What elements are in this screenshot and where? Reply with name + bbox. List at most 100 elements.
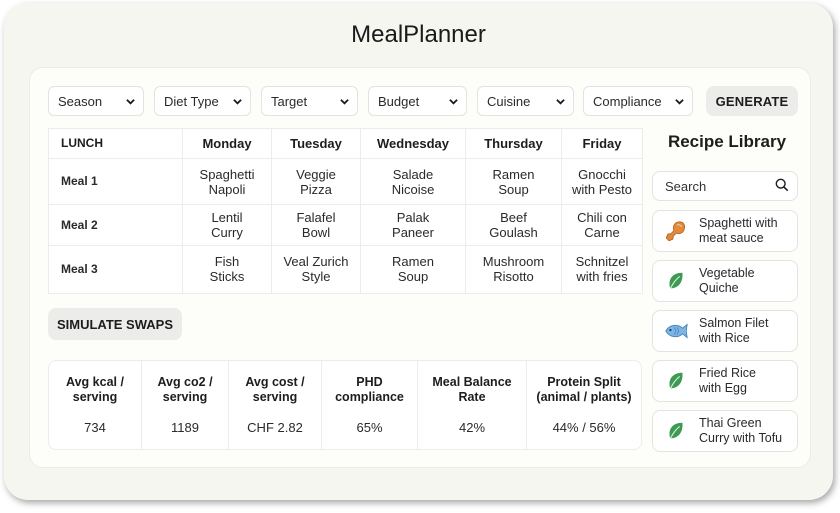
meal-cell[interactable]: Fish Sticks <box>182 244 272 295</box>
chevron-down-icon <box>126 97 135 106</box>
simulate-swaps-button[interactable]: SIMULATE SWAPS <box>48 308 182 340</box>
filter-bar: Season Diet Type Target Budget Cuisine C… <box>48 86 798 116</box>
meal-name-line: Lentil <box>211 210 243 226</box>
meal-name-line: Palak <box>396 210 430 226</box>
day-header: Monday <box>182 127 272 160</box>
meal-type-label: LUNCH <box>48 127 183 160</box>
stat-avg-cost: Avg cost / serving CHF 2.82 <box>229 361 322 449</box>
target-select-label: Target <box>271 93 308 109</box>
stat-meal-balance: Meal Balance Rate 42% <box>418 361 527 449</box>
stat-value: 65% <box>356 420 383 435</box>
leaf-icon <box>663 418 689 444</box>
budget-select-label: Budget <box>378 93 420 109</box>
meal-cell[interactable]: Lentil Curry <box>182 204 272 246</box>
recipe-search <box>652 171 798 201</box>
target-select[interactable]: Target <box>261 86 358 116</box>
compliance-select[interactable]: Compliance <box>583 86 693 116</box>
recipe-card[interactable]: Thai Green Curry with Tofu <box>652 410 798 452</box>
drumstick-icon <box>663 218 689 244</box>
season-select-label: Season <box>58 93 103 109</box>
stat-avg-co2: Avg co2 / serving 1189 <box>142 361 229 449</box>
meal-name-line: Spaghetti <box>199 166 255 182</box>
stat-label: Protein Split (animal / plants) <box>536 375 632 404</box>
search-icon[interactable] <box>775 178 789 195</box>
stat-value: 42% <box>458 420 486 435</box>
recipe-card[interactable]: Spaghetti with meat sauce <box>652 210 798 252</box>
meal-name-line: Veal Zurich <box>283 254 349 270</box>
meal-name-line: Ramen <box>492 166 535 182</box>
leaf-icon <box>663 368 689 394</box>
meal-name-line: Pizza <box>300 181 332 197</box>
cuisine-select[interactable]: Cuisine <box>477 86 574 116</box>
main-panel: Season Diet Type Target Budget Cuisine C… <box>29 67 811 468</box>
meal-name-line: Style <box>301 269 331 285</box>
meal-name-line: Risotto <box>493 269 534 285</box>
meal-name-line: Curry <box>211 225 243 241</box>
meal-cell[interactable]: Schnitzel with fries <box>561 244 643 295</box>
meal-cell[interactable]: Beef Goulash <box>465 204 562 246</box>
budget-select[interactable]: Budget <box>368 86 467 116</box>
row-label: Meal 1 <box>48 158 183 206</box>
meal-name-line: Mushroom <box>482 254 545 270</box>
fish-icon <box>663 318 689 344</box>
day-header: Wednesday <box>360 127 466 160</box>
diet-type-select[interactable]: Diet Type <box>154 86 251 116</box>
row-label: Meal 2 <box>48 204 183 246</box>
stat-avg-kcal: Avg kcal / serving 734 <box>49 361 142 449</box>
generate-button[interactable]: GENERATE <box>706 86 798 116</box>
stat-value: 1189 <box>171 420 199 435</box>
meal-name-line: Ramen <box>392 254 434 270</box>
meal-cell[interactable]: Salade Nicoise <box>360 158 466 206</box>
diet-type-select-label: Diet Type <box>164 93 219 109</box>
meal-cell[interactable]: Veal Zurich Style <box>271 244 361 295</box>
meal-name-line: Bowl <box>301 225 331 241</box>
leaf-icon <box>663 268 689 294</box>
meal-name-line: with fries <box>576 269 628 285</box>
meal-cell[interactable]: Falafel Bowl <box>271 204 361 246</box>
meal-name-line: Chili con <box>577 210 627 226</box>
season-select[interactable]: Season <box>48 86 144 116</box>
recipe-name: Spaghetti with meat sauce <box>699 216 778 245</box>
meal-cell[interactable]: Chili con Carne <box>561 204 643 246</box>
meal-name-line: Beef <box>500 210 527 226</box>
stat-value: 734 <box>84 420 106 435</box>
stat-label: PHD compliance <box>335 375 404 404</box>
chevron-down-icon <box>340 97 349 106</box>
stat-value: 44% / 56% <box>552 420 616 435</box>
meal-cell[interactable]: Palak Paneer <box>360 204 466 246</box>
chevron-down-icon <box>556 97 565 106</box>
meal-name-line: Gnocchi <box>578 166 626 182</box>
meal-cell[interactable]: Mushroom Risotto <box>465 244 562 295</box>
meal-name-line: Paneer <box>392 225 434 241</box>
recipe-card[interactable]: Salmon Filet with Rice <box>652 310 798 352</box>
meal-cell[interactable]: Spaghetti Napoli <box>182 158 272 206</box>
row-label: Meal 3 <box>48 244 183 295</box>
day-header: Thursday <box>465 127 562 160</box>
meal-name-line: Nicoise <box>391 181 435 197</box>
search-input[interactable] <box>665 178 765 194</box>
table-row: Meal 2 Lentil Curry Falafel Bowl Palak Pane… <box>48 204 643 246</box>
meal-name-line: Sticks <box>209 269 245 285</box>
meal-cell[interactable]: Ramen Soup <box>465 158 562 206</box>
table-row: Meal 3 Fish Sticks Veal Zurich Style Ramen… <box>48 244 643 295</box>
meal-cell[interactable]: Veggie Pizza <box>271 158 361 206</box>
recipe-library-title: Recipe Library <box>667 132 787 151</box>
meal-cell[interactable]: Gnocchi with Pesto <box>561 158 643 206</box>
cuisine-select-label: Cuisine <box>487 93 531 109</box>
stat-value: CHF 2.82 <box>247 420 303 435</box>
meal-name-line: Veggie <box>296 166 336 182</box>
meal-name-line: Napoli <box>208 181 246 197</box>
day-header: Tuesday <box>271 127 361 160</box>
meal-name-line: Carne <box>584 225 620 241</box>
meal-name-line: Schnitzel <box>575 254 629 270</box>
recipe-name: Salmon Filet with Rice <box>699 316 769 345</box>
recipe-card[interactable]: Vegetable Quiche <box>652 260 798 302</box>
chevron-down-icon <box>449 97 458 106</box>
recipe-card[interactable]: Fried Rice with Egg <box>652 360 798 402</box>
table-row: Meal 1 Spaghetti Napoli Veggie Pizza Salad… <box>48 158 643 206</box>
app-title: MealPlanner <box>351 21 486 48</box>
stat-label: Avg cost / serving <box>245 375 305 404</box>
stats-panel: Avg kcal / serving 734 Avg co2 / serving… <box>48 360 642 450</box>
meal-cell[interactable]: Ramen Soup <box>360 244 466 295</box>
meal-name-line: Goulash <box>489 225 538 241</box>
